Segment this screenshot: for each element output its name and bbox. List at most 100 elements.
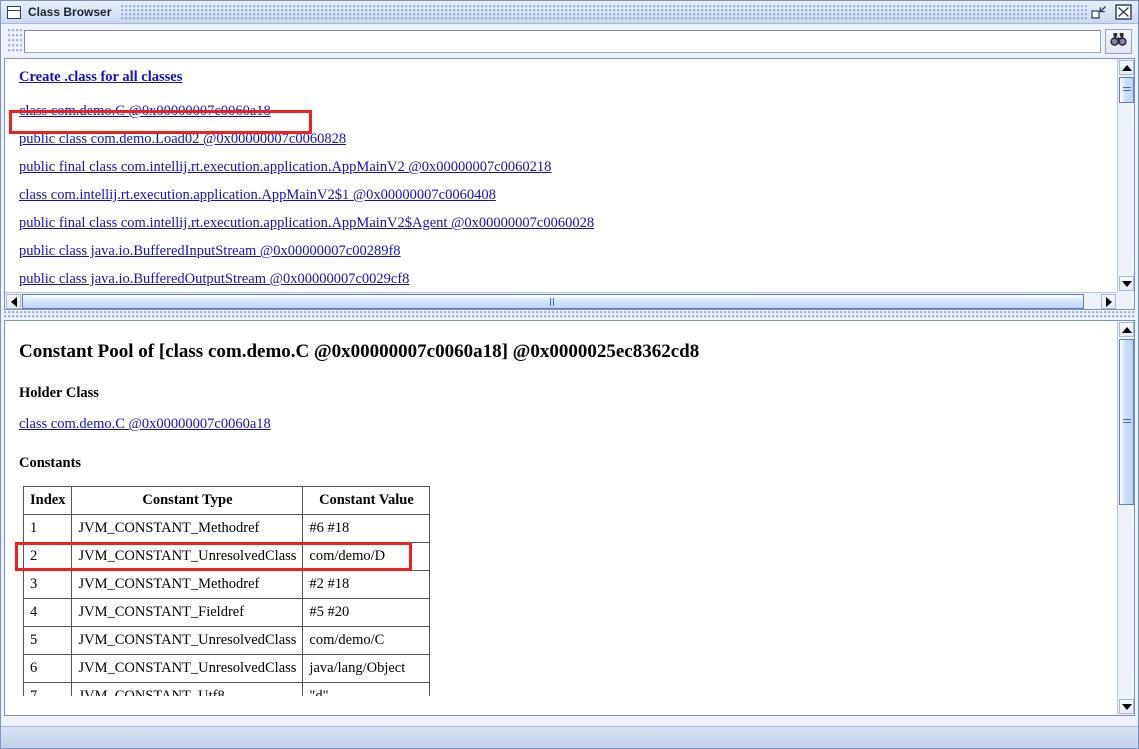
scrollbar-grip-icon [1122, 87, 1131, 93]
title-bar-left: Class Browser [1, 1, 111, 23]
holder-class-row: class com.demo.C @0x00000007c0060a18 [19, 415, 1103, 433]
cell-constant-type: JVM_CONSTANT_Methodref [71, 514, 304, 543]
constants-label: Constants [19, 455, 82, 471]
chevron-left-icon [10, 296, 17, 307]
scrollbar-corner [1117, 292, 1134, 309]
split-pane-divider[interactable] [4, 311, 1135, 319]
binoculars-icon [1110, 32, 1127, 51]
title-bar: Class Browser [1, 1, 1138, 24]
class-link-list: class com.demo.C @0x00000007c0060a18 publ… [19, 103, 1103, 287]
class-list-pane: Create .class for all classes class com.… [4, 58, 1135, 310]
window-title: Class Browser [28, 5, 112, 19]
search-toolbar [4, 27, 1135, 56]
chevron-up-icon [1121, 326, 1132, 333]
chevron-down-icon [1121, 280, 1132, 287]
chevron-down-icon [1121, 703, 1132, 710]
cell-constant-value: com/demo/C [302, 626, 431, 655]
class-link-row: public final class com.intellij.rt.execu… [19, 159, 1103, 175]
constant-pool-title: Constant Pool of [class com.demo.C @0x00… [19, 341, 700, 362]
cell-constant-type: JVM_CONSTANT_UnresolvedClass [71, 626, 304, 655]
toolbar-drag-handle[interactable] [8, 29, 22, 54]
cell-constant-type: JVM_CONSTANT_UnresolvedClass [71, 654, 304, 683]
scroll-up-button[interactable] [1119, 322, 1134, 337]
table-header-row: Index Constant Type Constant Value [22, 486, 431, 515]
class-link-row: class com.intellij.rt.execution.applicat… [19, 187, 1103, 203]
scroll-right-button[interactable] [1101, 294, 1116, 309]
table-row: 3 JVM_CONSTANT_Methodref #2 #18 [22, 570, 431, 599]
title-bar-grip [121, 4, 1087, 20]
chevron-right-icon [1105, 296, 1112, 307]
constant-pool-vertical-scrollbar[interactable] [1117, 321, 1134, 715]
cell-constant-value: #5 #20 [302, 598, 431, 627]
close-window-icon[interactable] [1115, 4, 1132, 20]
cell-constant-value: #6 #18 [302, 514, 431, 543]
restore-window-icon[interactable] [1091, 5, 1107, 19]
table-row: 6 JVM_CONSTANT_UnresolvedClass java/lang/O… [22, 654, 431, 683]
cell-index: 6 [22, 654, 73, 683]
cell-constant-value: com/demo/D [302, 542, 431, 571]
cell-constant-type: JVM_CONSTANT_Methodref [71, 570, 304, 599]
class-link-row: class com.demo.C @0x00000007c0060a18 [19, 103, 1103, 119]
constant-pool-pane: Constant Pool of [class com.demo.C @0x00… [4, 320, 1135, 716]
holder-class-link[interactable]: class com.demo.C @0x00000007c0060a18 [19, 416, 271, 432]
cell-index: 7 [22, 682, 73, 696]
chevron-up-icon [1121, 64, 1132, 71]
column-header-index: Index [22, 486, 73, 515]
horizontal-scrollbar-thumb[interactable] [22, 294, 1084, 309]
window-controls [1091, 4, 1138, 20]
class-list-viewport[interactable]: Create .class for all classes class com.… [5, 59, 1117, 292]
class-link[interactable]: class com.intellij.rt.execution.applicat… [19, 187, 496, 203]
table-row: 1 JVM_CONSTANT_Methodref #6 #18 [22, 514, 431, 543]
cell-constant-type: JVM_CONSTANT_Utf8 [71, 682, 304, 696]
scrollbar-grip-icon [550, 297, 556, 306]
constants-table: Index Constant Type Constant Value 1 JVM_… [22, 486, 431, 696]
table-row: 4 JVM_CONSTANT_Fieldref #5 #20 [22, 598, 431, 627]
table-row: 2 JVM_CONSTANT_UnresolvedClass com/demo/D [22, 542, 431, 571]
window-icon [7, 5, 21, 19]
scroll-down-button[interactable] [1119, 276, 1134, 291]
scroll-up-button[interactable] [1119, 60, 1134, 75]
cell-constant-value: java/lang/Object [302, 654, 431, 683]
class-link[interactable]: class com.demo.C @0x00000007c0060a18 [19, 103, 271, 119]
cell-index: 1 [22, 514, 73, 543]
constants-table-head: Index Constant Type Constant Value [22, 486, 431, 515]
cell-constant-type: JVM_CONSTANT_UnresolvedClass [71, 542, 304, 571]
class-link[interactable]: public final class com.intellij.rt.execu… [19, 159, 551, 175]
class-link[interactable]: public class java.io.BufferedInputStream… [19, 243, 401, 259]
cell-index: 2 [22, 542, 73, 571]
status-bar [1, 726, 1138, 748]
holder-class-label: Holder Class [19, 385, 99, 401]
column-header-constant-type: Constant Type [71, 486, 304, 515]
table-row: 7 JVM_CONSTANT_Utf8 "d" [22, 682, 431, 696]
vertical-scrollbar-thumb[interactable] [1119, 77, 1134, 103]
column-header-constant-value: Constant Value [302, 486, 431, 515]
class-link-row: public class java.io.BufferedInputStream… [19, 243, 1103, 259]
scroll-left-button[interactable] [6, 294, 21, 309]
class-list-horizontal-scrollbar[interactable] [5, 292, 1117, 309]
vertical-scrollbar-thumb[interactable] [1119, 339, 1134, 505]
class-list-content: Create .class for all classes class com.… [5, 59, 1117, 292]
class-link[interactable]: public class java.io.BufferedOutputStrea… [19, 271, 409, 287]
constant-pool-content: Constant Pool of [class com.demo.C @0x00… [5, 321, 1117, 696]
cell-constant-value: "d" [302, 682, 431, 696]
class-link-row: public class java.io.BufferedOutputStrea… [19, 271, 1103, 287]
class-browser-window: Class Browser Create .class for all clas… [0, 0, 1139, 749]
class-link[interactable]: public class com.demo.Load02 @0x00000007… [19, 131, 346, 147]
class-list-vertical-scrollbar[interactable] [1117, 59, 1134, 292]
create-all-classes-row: Create .class for all classes [19, 69, 1103, 85]
search-button[interactable] [1105, 29, 1132, 54]
constants-table-body: 1 JVM_CONSTANT_Methodref #6 #18 2 JVM_CONSTA… [22, 514, 431, 696]
cell-index: 4 [22, 598, 73, 627]
create-all-classes-link[interactable]: Create .class for all classes [19, 69, 182, 85]
cell-index: 5 [22, 626, 73, 655]
search-input[interactable] [24, 30, 1101, 53]
constant-pool-viewport[interactable]: Constant Pool of [class com.demo.C @0x00… [5, 321, 1117, 696]
class-link-row: public final class com.intellij.rt.execu… [19, 215, 1103, 231]
class-link[interactable]: public final class com.intellij.rt.execu… [19, 215, 594, 231]
cell-constant-type: JVM_CONSTANT_Fieldref [71, 598, 304, 627]
cell-constant-value: #2 #18 [302, 570, 431, 599]
scroll-down-button[interactable] [1119, 699, 1134, 714]
cell-index: 3 [22, 570, 73, 599]
class-link-row: public class com.demo.Load02 @0x00000007… [19, 131, 1103, 147]
table-row: 5 JVM_CONSTANT_UnresolvedClass com/demo/C [22, 626, 431, 655]
